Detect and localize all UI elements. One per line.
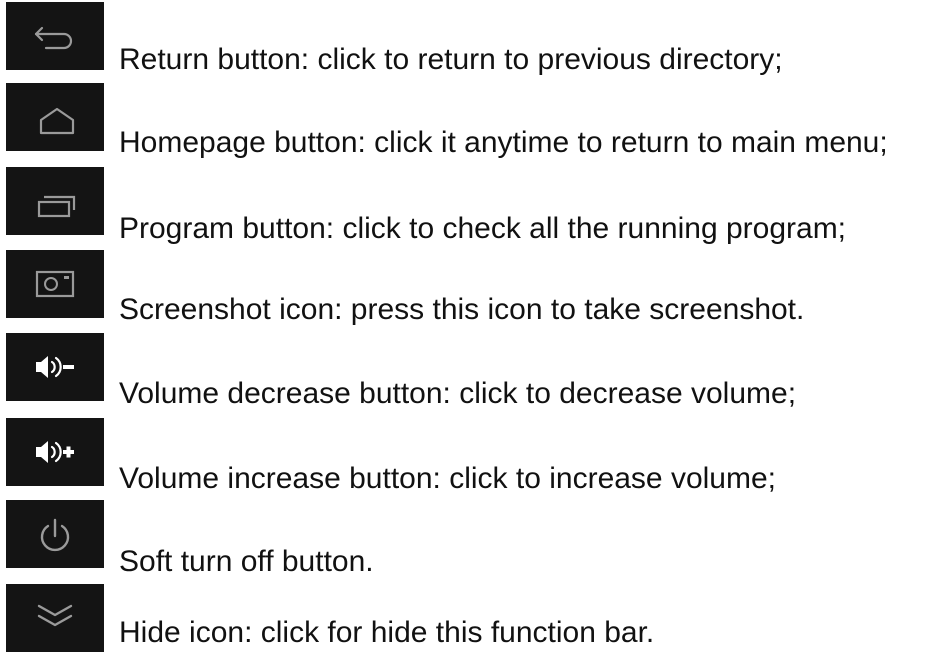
home-button-tile bbox=[6, 83, 104, 151]
volume-down-description: Volume decrease button: click to decreas… bbox=[119, 377, 797, 410]
power-description: Soft turn off button. bbox=[119, 545, 374, 578]
volume-up-button-tile bbox=[6, 418, 104, 486]
hide-button-tile bbox=[6, 584, 104, 652]
return-button-tile bbox=[6, 2, 104, 70]
volume-up-icon bbox=[36, 441, 74, 463]
hide-description: Hide icon: click for hide this function … bbox=[119, 616, 655, 649]
screenshot-button-tile bbox=[6, 250, 104, 318]
return-description: Return button: click to return to previo… bbox=[119, 43, 783, 76]
screenshot-icon bbox=[35, 270, 75, 298]
recent-apps-icon bbox=[37, 195, 76, 218]
power-button-tile bbox=[6, 500, 104, 568]
program-button-tile bbox=[6, 167, 104, 235]
hide-icon bbox=[37, 604, 73, 627]
volume-down-icon bbox=[36, 356, 74, 378]
power-icon bbox=[40, 518, 70, 552]
volume-down-button-tile bbox=[6, 333, 104, 401]
program-description: Program button: click to check all the r… bbox=[119, 212, 847, 245]
return-icon bbox=[34, 26, 73, 50]
screenshot-description: Screenshot icon: press this icon to take… bbox=[119, 293, 805, 326]
home-description: Homepage button: click it anytime to ret… bbox=[119, 126, 888, 159]
volume-up-description: Volume increase button: click to increas… bbox=[119, 462, 776, 495]
home-icon bbox=[39, 107, 75, 135]
